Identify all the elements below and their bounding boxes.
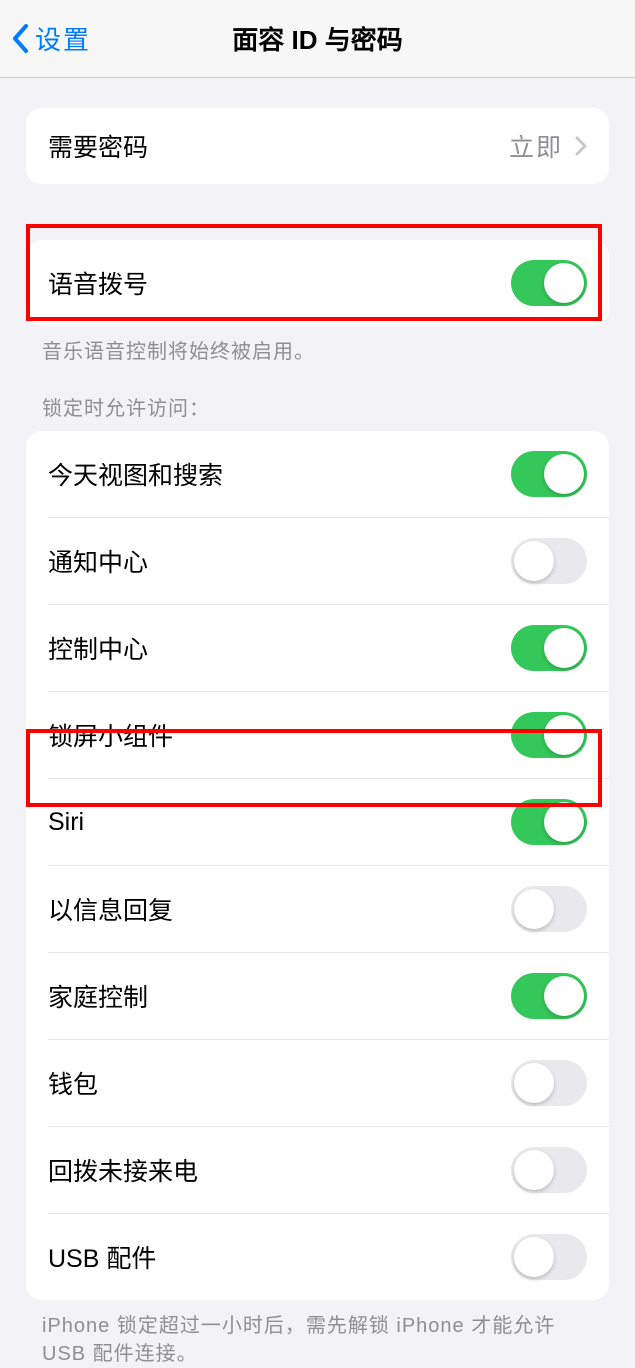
require-passcode-row[interactable]: 需要密码 立即: [26, 108, 609, 184]
page-title: 面容 ID 与密码: [232, 20, 402, 57]
lock-access-label: Siri: [48, 808, 84, 837]
lock-access-row: 以信息回复: [26, 866, 609, 952]
lock-access-row: Siri: [26, 779, 609, 865]
voice-dial-group: 语音拨号: [26, 240, 609, 326]
lock-access-group: 今天视图和搜索通知中心控制中心锁屏小组件 Siri 以信息回复家庭控制钱包回拨未接来…: [26, 431, 609, 1300]
lock-access-row: 今天视图和搜索: [26, 431, 609, 517]
voice-dial-row: 语音拨号: [26, 240, 609, 326]
lock-access-toggle[interactable]: [511, 1234, 587, 1280]
lock-access-label: 锁屏小组件: [48, 717, 173, 753]
lock-access-label: USB 配件: [48, 1239, 156, 1275]
lock-access-row: 控制中心: [26, 605, 609, 691]
passcode-group: 需要密码 立即: [26, 108, 609, 184]
lock-access-row: 通知中心: [26, 518, 609, 604]
require-passcode-label: 需要密码: [48, 128, 148, 164]
back-button[interactable]: 设置: [0, 20, 91, 57]
lock-access-label: 通知中心: [48, 543, 148, 579]
back-label: 设置: [35, 20, 91, 57]
lock-access-label: 钱包: [48, 1065, 98, 1101]
lock-access-row: USB 配件: [26, 1214, 609, 1300]
lock-access-toggle[interactable]: [511, 799, 587, 845]
lock-access-toggle[interactable]: [511, 451, 587, 497]
voice-dial-toggle[interactable]: [511, 260, 587, 306]
lock-access-toggle[interactable]: [511, 625, 587, 671]
chevron-left-icon: [12, 24, 29, 53]
lock-access-label: 回拨未接来电: [48, 1152, 198, 1188]
lock-access-label: 今天视图和搜索: [48, 456, 223, 492]
lock-access-toggle[interactable]: [511, 538, 587, 584]
require-passcode-value: 立即: [509, 128, 563, 164]
lock-access-toggle[interactable]: [511, 712, 587, 758]
navigation-bar: 设置 面容 ID 与密码: [0, 0, 635, 78]
voice-dial-label: 语音拨号: [48, 265, 148, 301]
lock-access-label: 以信息回复: [48, 891, 173, 927]
lock-access-toggle[interactable]: [511, 886, 587, 932]
lock-access-row: 家庭控制: [26, 953, 609, 1039]
lock-access-footer: iPhone 锁定超过一小时后，需先解锁 iPhone 才能允许USB 配件连接…: [42, 1312, 593, 1368]
lock-access-toggle[interactable]: [511, 1060, 587, 1106]
chevron-right-icon: [575, 136, 587, 156]
lock-access-label: 家庭控制: [48, 978, 148, 1014]
lock-access-toggle[interactable]: [511, 973, 587, 1019]
lock-access-toggle[interactable]: [511, 1147, 587, 1193]
voice-dial-footer: 音乐语音控制将始终被启用。: [42, 338, 593, 366]
lock-access-label: 控制中心: [48, 630, 148, 666]
lock-access-header: 锁定时允许访问：: [42, 392, 593, 421]
lock-access-row: 回拨未接来电: [26, 1127, 609, 1213]
lock-access-row: 锁屏小组件: [26, 692, 609, 778]
lock-access-row: 钱包: [26, 1040, 609, 1126]
